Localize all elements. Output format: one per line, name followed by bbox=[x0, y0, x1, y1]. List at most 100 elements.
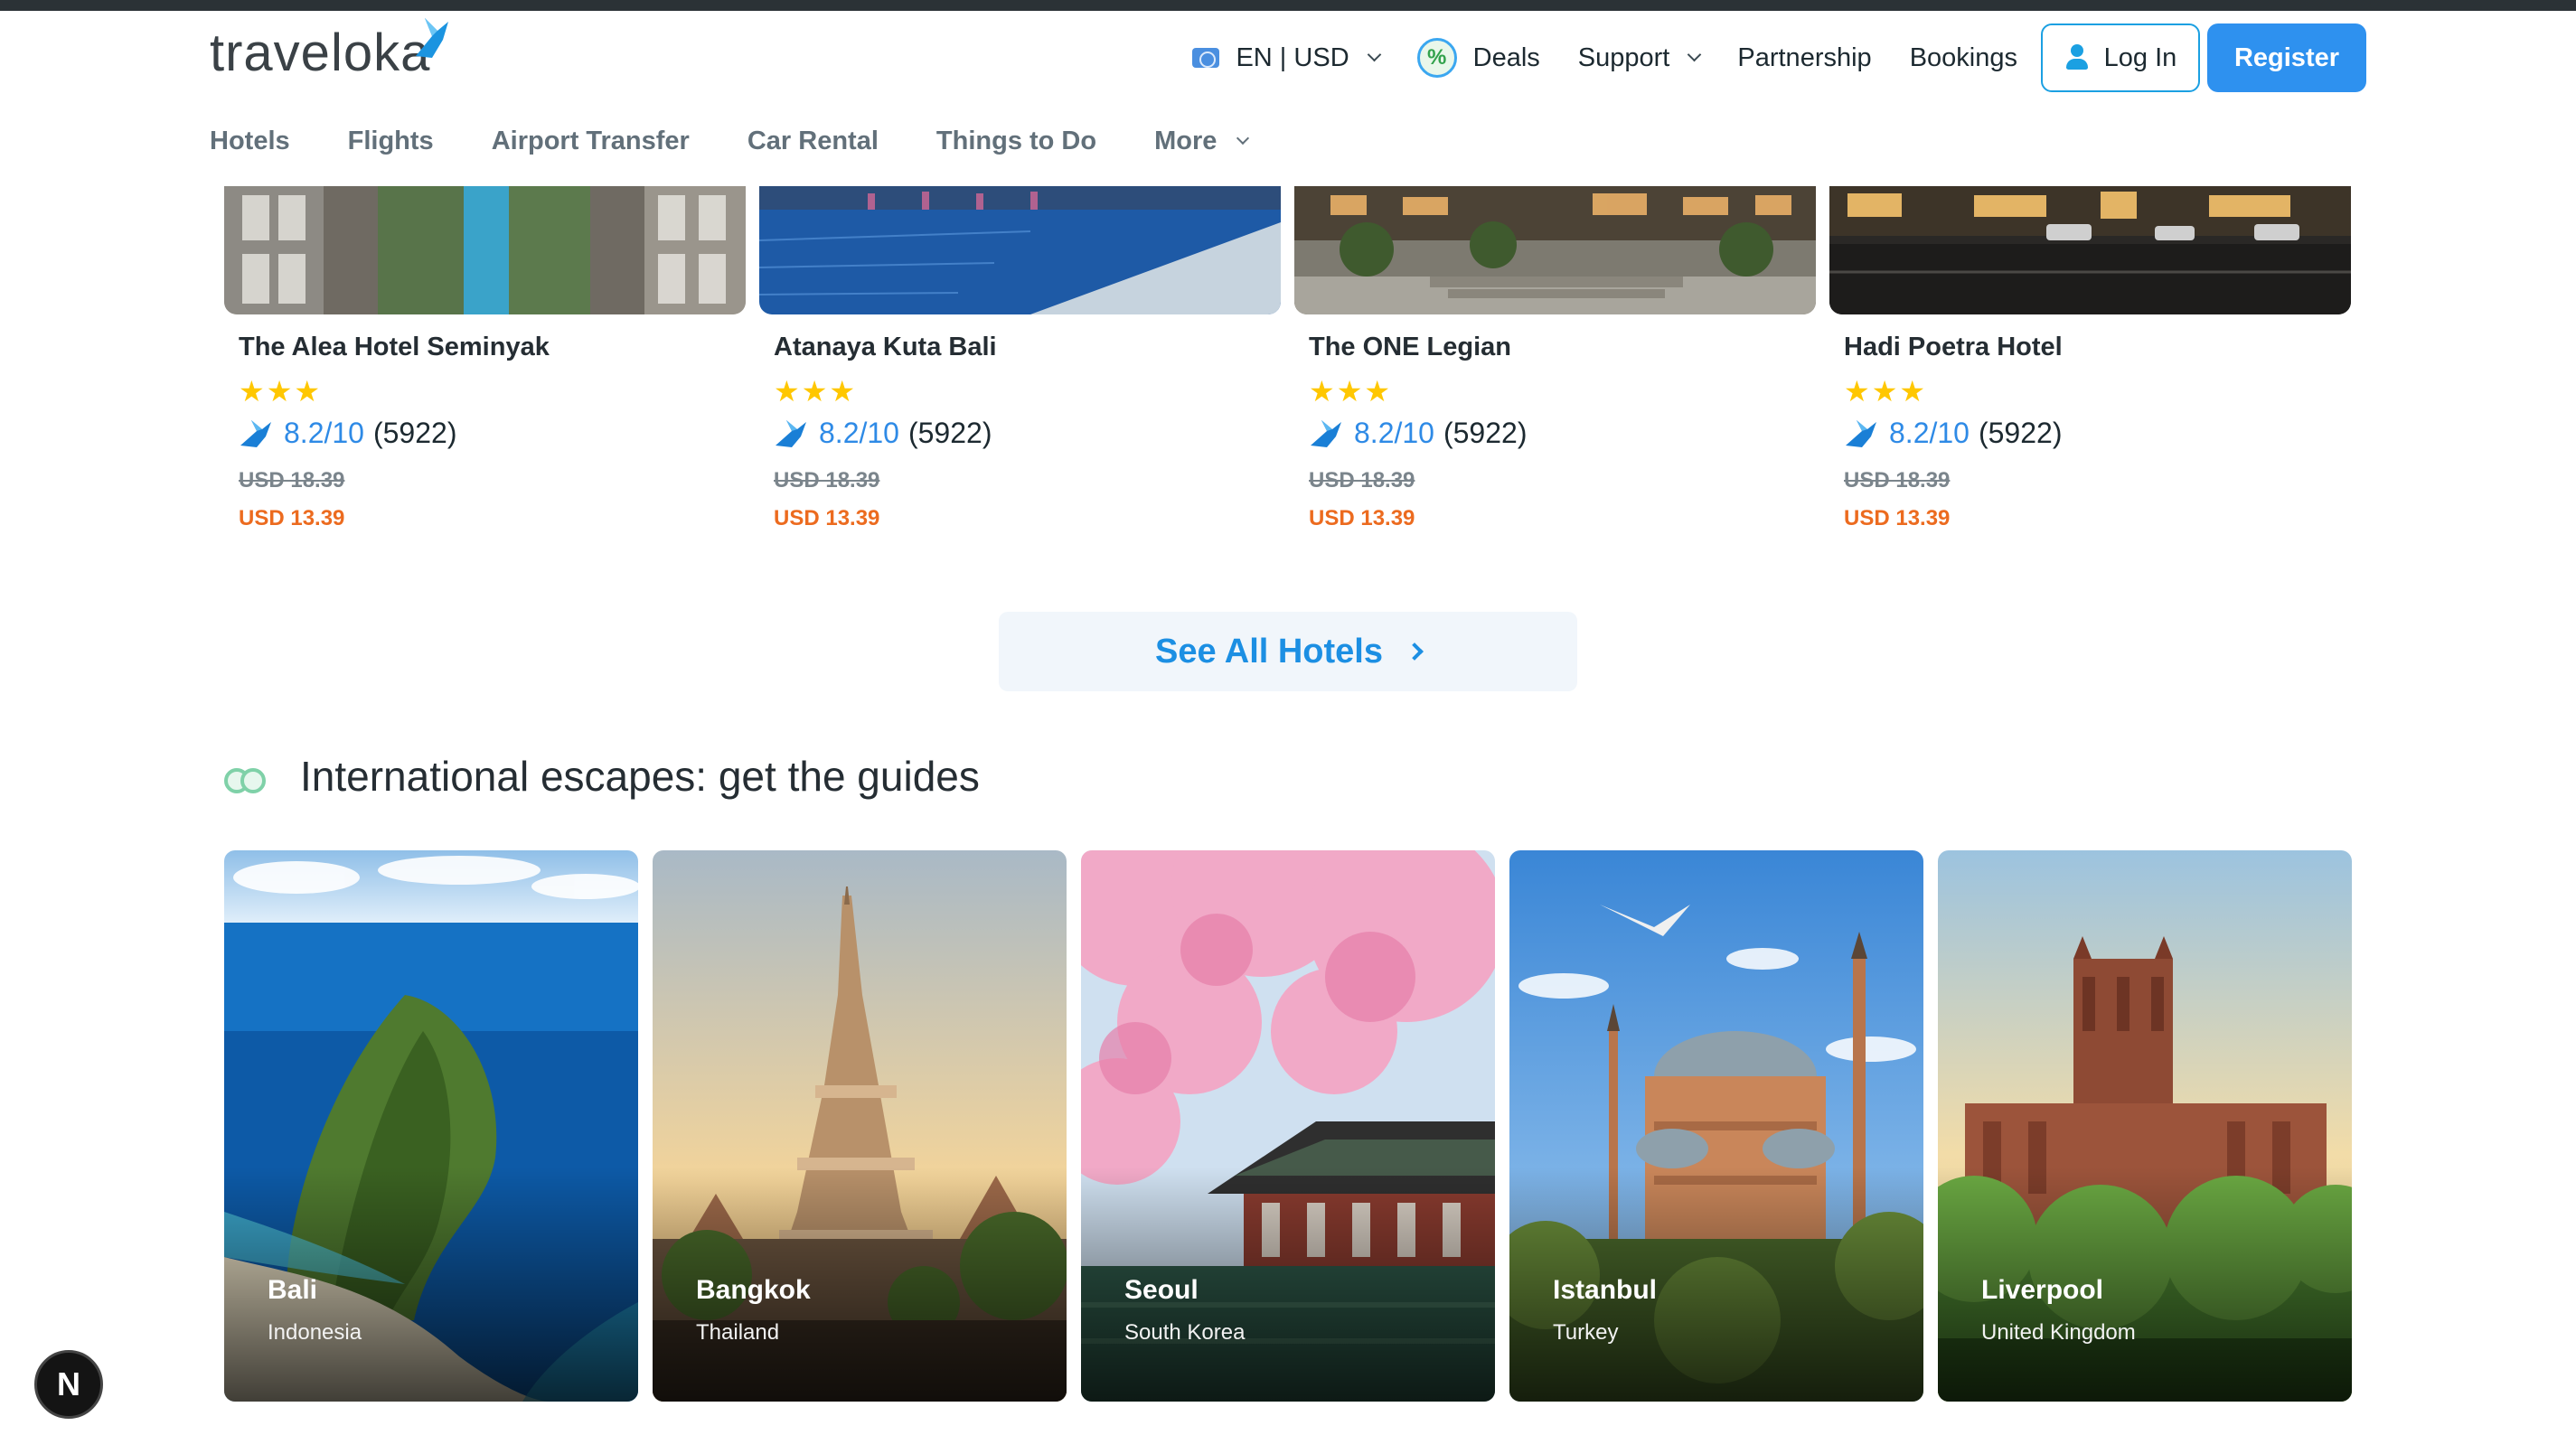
star-icon: ★ bbox=[1899, 375, 1926, 408]
star-rating: ★ ★ ★ bbox=[1844, 377, 2351, 406]
hotel-card[interactable]: Atanaya Kuta Bali ★ ★ ★ 8.2/10 (5922) USD … bbox=[759, 186, 1281, 531]
language-currency-label: EN | USD bbox=[1236, 42, 1349, 72]
register-button[interactable]: Register bbox=[2207, 23, 2366, 92]
support-label: Support bbox=[1577, 42, 1670, 72]
discounted-price: USD 13.39 bbox=[1309, 506, 1415, 530]
star-icon: ★ bbox=[266, 375, 293, 408]
nav-hotels[interactable]: Hotels bbox=[210, 127, 290, 156]
guide-country: South Korea bbox=[1124, 1320, 1246, 1345]
traveloka-bird-icon bbox=[240, 419, 271, 447]
discounted-price: USD 13.39 bbox=[239, 506, 345, 530]
hotel-name[interactable]: Atanaya Kuta Bali bbox=[774, 333, 1281, 362]
guide-card-liverpool[interactable]: Liverpool United Kingdom bbox=[1938, 850, 2352, 1402]
hotel-image[interactable] bbox=[1294, 186, 1816, 314]
hotel-image[interactable] bbox=[759, 186, 1281, 314]
guide-card-bangkok[interactable]: Bangkok Thailand bbox=[653, 850, 1067, 1402]
review-rating: 8.2/10 (5922) bbox=[1844, 417, 2351, 450]
guide-city: Bangkok bbox=[696, 1275, 811, 1305]
review-rating: 8.2/10 (5922) bbox=[1309, 417, 1816, 450]
star-icon: ★ bbox=[1844, 375, 1870, 408]
star-rating: ★ ★ ★ bbox=[774, 377, 1281, 406]
discounted-price: USD 13.39 bbox=[774, 506, 880, 530]
guide-card-istanbul[interactable]: Istanbul Turkey bbox=[1509, 850, 1923, 1402]
deals-link[interactable]: % Deals bbox=[1416, 38, 1540, 78]
hotel-image[interactable] bbox=[224, 186, 746, 314]
nav-car-rental[interactable]: Car Rental bbox=[747, 127, 879, 156]
guide-card-bali[interactable]: Bali Indonesia bbox=[224, 850, 638, 1402]
star-icon: ★ bbox=[1336, 375, 1363, 408]
top-strip bbox=[0, 0, 2576, 11]
star-icon: ★ bbox=[829, 375, 856, 408]
discounted-price: USD 13.39 bbox=[1844, 506, 1951, 530]
guide-country: United Kingdom bbox=[1981, 1320, 2136, 1345]
guide-city: Istanbul bbox=[1553, 1275, 1658, 1305]
partnership-link[interactable]: Partnership bbox=[1737, 43, 1871, 73]
user-icon bbox=[2064, 44, 2090, 71]
rating-score: 8.2/10 bbox=[1354, 417, 1434, 449]
review-count: (5922) bbox=[1978, 417, 2063, 449]
traveloka-bird-icon bbox=[776, 419, 806, 447]
hotel-card[interactable]: The Alea Hotel Seminyak ★ ★ ★ 8.2/10 (5922… bbox=[224, 186, 746, 531]
login-label: Log In bbox=[2103, 42, 2177, 72]
logo-bird-icon bbox=[416, 18, 448, 58]
nav-airport-transfer[interactable]: Airport Transfer bbox=[492, 127, 690, 156]
deals-label: Deals bbox=[1472, 42, 1540, 72]
hotel-name[interactable]: Hadi Poetra Hotel bbox=[1844, 333, 2351, 362]
chevron-right-icon bbox=[1406, 642, 1424, 661]
original-price: USD 18.39 bbox=[1844, 468, 1951, 492]
star-icon: ★ bbox=[801, 375, 828, 408]
hotel-name[interactable]: The Alea Hotel Seminyak bbox=[239, 333, 746, 362]
nav-more[interactable]: More bbox=[1154, 127, 1250, 156]
login-button[interactable]: Log In bbox=[2041, 23, 2200, 92]
logo-wordmark: traveloka bbox=[210, 23, 431, 82]
star-icon: ★ bbox=[1309, 375, 1335, 408]
product-navigation: Hotels Flights Airport Transfer Car Rent… bbox=[210, 127, 1305, 156]
support-menu[interactable]: Support bbox=[1577, 42, 1702, 73]
rating-score: 8.2/10 bbox=[819, 417, 899, 449]
guide-country: Indonesia bbox=[268, 1320, 362, 1345]
star-icon: ★ bbox=[294, 375, 321, 408]
star-icon: ★ bbox=[1871, 375, 1898, 408]
review-rating: 8.2/10 (5922) bbox=[774, 417, 1281, 450]
star-icon: ★ bbox=[774, 375, 800, 408]
star-rating: ★ ★ ★ bbox=[239, 377, 746, 406]
original-price: USD 18.39 bbox=[239, 468, 345, 492]
globe-icon bbox=[1192, 48, 1220, 68]
nav-flights[interactable]: Flights bbox=[348, 127, 434, 156]
rating-score: 8.2/10 bbox=[1889, 417, 1970, 449]
section-title: International escapes: get the guides bbox=[300, 753, 980, 800]
star-icon: ★ bbox=[239, 375, 265, 408]
traveloka-bird-icon bbox=[1311, 419, 1341, 447]
guide-country: Thailand bbox=[696, 1320, 780, 1345]
nextjs-dev-badge[interactable]: N bbox=[34, 1350, 103, 1419]
traveloka-logo[interactable]: traveloka bbox=[210, 18, 448, 83]
guide-city: Seoul bbox=[1124, 1275, 1199, 1305]
star-rating: ★ ★ ★ bbox=[1309, 377, 1816, 406]
chevron-down-icon bbox=[1688, 47, 1702, 61]
review-count: (5922) bbox=[372, 417, 457, 449]
hotel-card[interactable]: Hadi Poetra Hotel ★ ★ ★ 8.2/10 (5922) USD … bbox=[1829, 186, 2351, 531]
destination-guides: Bali Indonesia Bangkok Thailand Seoul So… bbox=[224, 850, 2352, 1402]
deals-percent-icon: % bbox=[1416, 38, 1457, 78]
star-icon: ★ bbox=[1364, 375, 1391, 408]
guide-city: Bali bbox=[268, 1275, 318, 1305]
top-navigation: EN | USD % Deals Support Partnership Boo… bbox=[1154, 23, 2366, 92]
rating-score: 8.2/10 bbox=[284, 417, 364, 449]
hotel-image[interactable] bbox=[1829, 186, 2351, 314]
see-all-label: See All Hotels bbox=[1154, 632, 1383, 671]
hotel-list: The Alea Hotel Seminyak ★ ★ ★ 8.2/10 (5922… bbox=[224, 186, 2352, 557]
site-header: traveloka EN | USD % Deals Support Partn… bbox=[0, 11, 2576, 186]
guide-card-seoul[interactable]: Seoul South Korea bbox=[1081, 850, 1495, 1402]
bookings-link[interactable]: Bookings bbox=[1910, 43, 2017, 73]
nav-more-label: More bbox=[1154, 127, 1217, 155]
binoculars-icon bbox=[224, 763, 266, 793]
hotel-card[interactable]: The ONE Legian ★ ★ ★ 8.2/10 (5922) USD 18.… bbox=[1294, 186, 1816, 531]
review-rating: 8.2/10 (5922) bbox=[239, 417, 746, 450]
see-all-hotels-button[interactable]: See All Hotels bbox=[999, 612, 1577, 691]
guides-section-header: International escapes: get the guides bbox=[224, 752, 980, 801]
language-currency-selector[interactable]: EN | USD bbox=[1192, 42, 1381, 73]
nav-things-to-do[interactable]: Things to Do bbox=[936, 127, 1096, 156]
chevron-down-icon bbox=[1367, 47, 1381, 61]
guide-city: Liverpool bbox=[1981, 1275, 2104, 1305]
hotel-name[interactable]: The ONE Legian bbox=[1309, 333, 1816, 362]
